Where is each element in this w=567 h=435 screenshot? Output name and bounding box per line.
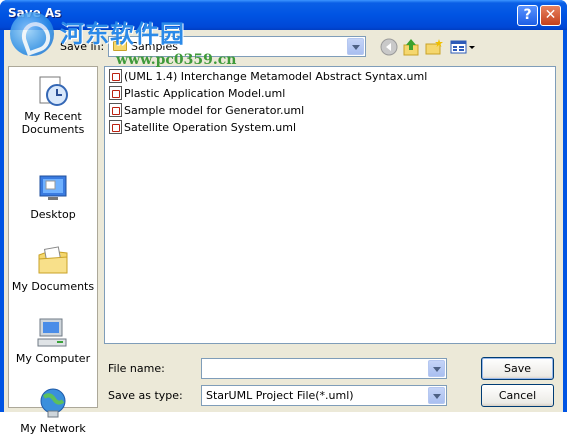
file-name: (UML 1.4) Interchange Metamodel Abstract… — [124, 70, 428, 83]
save-in-text: Samples — [131, 40, 178, 53]
file-name: Satellite Operation System.uml — [124, 121, 297, 134]
window-title: Save As — [8, 6, 62, 20]
file-item[interactable]: (UML 1.4) Interchange Metamodel Abstract… — [109, 69, 427, 85]
uml-file-icon — [109, 86, 122, 100]
folder-icon — [113, 41, 127, 51]
save-type-label: Save as type: — [108, 389, 183, 402]
my-documents-icon — [36, 245, 70, 277]
views-menu-icon — [450, 40, 475, 54]
place-my-documents[interactable]: My Documents — [9, 245, 97, 293]
back-button[interactable] — [380, 38, 398, 56]
chevron-down-icon[interactable] — [347, 38, 364, 55]
uml-file-icon — [109, 103, 122, 117]
chevron-down-icon[interactable] — [428, 387, 445, 404]
back-arrow-icon — [380, 38, 398, 56]
place-my-recent-documents[interactable]: My Recent Documents — [9, 75, 97, 136]
save-as-window: Save As ? ✕ Save in: Samples My Recent D… — [0, 0, 567, 435]
file-name: Plastic Application Model.uml — [124, 87, 286, 100]
close-button[interactable]: ✕ — [540, 5, 561, 26]
place-label: My Recent Documents — [21, 110, 85, 136]
dialog-body: Save in: Samples My Recent Documents Des… — [4, 30, 563, 435]
save-type-dropdown[interactable]: StarUML Project File(*.uml) — [201, 385, 447, 406]
save-button[interactable]: Save — [481, 357, 554, 380]
place-my-computer[interactable]: My Computer — [9, 317, 97, 365]
new-folder-icon — [425, 39, 443, 55]
uml-file-icon — [109, 69, 122, 83]
help-button[interactable]: ? — [517, 5, 538, 26]
place-label: My Documents — [11, 280, 95, 293]
places-bar: My Recent Documents Desktop My Documents… — [8, 66, 98, 435]
chevron-down-icon[interactable] — [428, 360, 445, 377]
my-computer-icon — [36, 317, 70, 349]
save-in-label: Save in: — [60, 40, 105, 53]
place-label: Desktop — [30, 208, 76, 221]
views-menu-button[interactable] — [450, 38, 476, 56]
file-list[interactable]: (UML 1.4) Interchange Metamodel Abstract… — [104, 66, 556, 344]
file-item[interactable]: Plastic Application Model.uml — [109, 86, 285, 102]
cancel-button[interactable]: Cancel — [481, 384, 554, 407]
title-bar[interactable]: Save As ? ✕ — [0, 0, 567, 30]
new-folder-button[interactable] — [425, 38, 443, 56]
file-item[interactable]: Satellite Operation System.uml — [109, 120, 296, 136]
my-network-icon — [36, 387, 70, 419]
up-folder-button[interactable] — [402, 38, 420, 56]
desktop-icon — [36, 173, 70, 205]
place-desktop[interactable]: Desktop — [9, 173, 97, 221]
recent-documents-icon — [36, 75, 70, 107]
file-item[interactable]: Sample model for Generator.uml — [109, 103, 304, 119]
save-type-value: StarUML Project File(*.uml) — [206, 389, 354, 402]
place-my-network[interactable]: My Network — [9, 387, 97, 435]
file-name-label: File name: — [108, 362, 165, 375]
place-label: My Computer — [15, 352, 91, 365]
up-folder-icon — [403, 39, 419, 56]
place-label: My Network — [20, 422, 86, 435]
uml-file-icon — [109, 120, 122, 134]
save-in-dropdown[interactable]: Samples — [108, 36, 366, 57]
file-name-input[interactable] — [201, 358, 447, 379]
file-name: Sample model for Generator.uml — [124, 104, 305, 117]
save-in-value: Samples — [113, 40, 178, 53]
